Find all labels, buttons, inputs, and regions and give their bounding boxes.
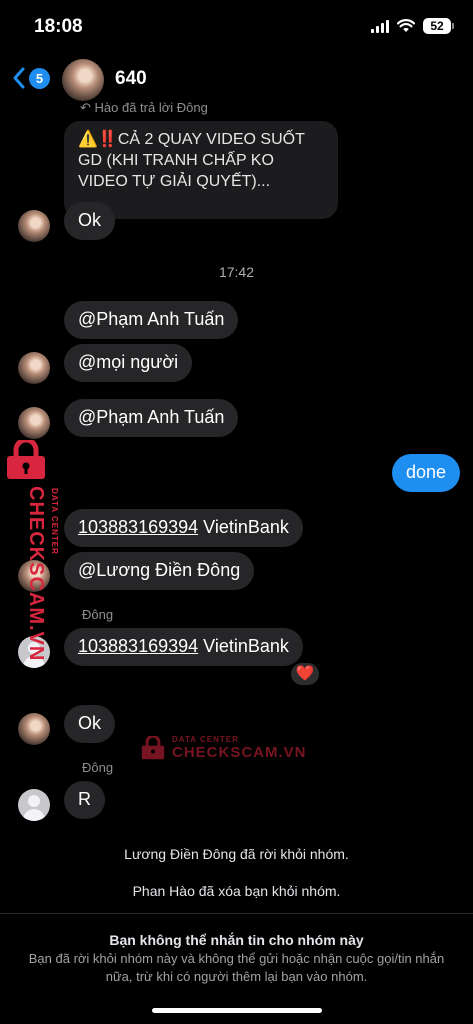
message-bubble[interactable]: @Phạm Anh Tuấn (64, 399, 239, 437)
chevron-left-icon (13, 67, 25, 89)
group-name[interactable]: 640 (115, 68, 147, 90)
avatar[interactable] (18, 407, 50, 439)
unread-count-badge: 5 (29, 67, 50, 89)
watermark-tagline: DATA CENTER (50, 488, 59, 555)
message-bubble[interactable]: R (64, 781, 105, 819)
reply-icon: ↶ (80, 100, 95, 115)
lock-icon (141, 736, 165, 760)
message-bubble[interactable]: Ok (64, 202, 116, 240)
home-indicator[interactable] (152, 1008, 322, 1013)
message-bubble[interactable]: @mọi người (64, 344, 193, 382)
watermark-center: DATA CENTER CHECKSCAM.VN (140, 735, 307, 761)
watermark-brand: CHECKSCAM.VN (172, 744, 307, 761)
wifi-icon (397, 19, 415, 32)
reply-note: ↶ Hào đã trả lời Đông (80, 100, 208, 115)
outgoing-message-bubble[interactable]: done (392, 454, 461, 492)
watermark-brand: CHECKSCAM.VN (25, 486, 47, 662)
time-separator: 17:42 (218, 264, 255, 280)
system-message: Lương Điền Đông đã rời khỏi nhóm. (124, 846, 349, 862)
sender-name: Đông (82, 607, 114, 622)
watermark-side: CHECKSCAM.VN DATA CENTER (4, 437, 59, 661)
system-message: Phan Hào đã xóa bạn khỏi nhóm. (132, 883, 341, 899)
sender-name: Đông (82, 760, 114, 775)
message-bubble[interactable]: 103883169394 VietinBank (64, 628, 303, 666)
heart-reaction[interactable]: ❤️ (289, 661, 321, 687)
message-bubble[interactable]: @Phạm Anh Tuấn (64, 301, 239, 339)
message-bubble[interactable]: @Lương Điền Đông (64, 552, 255, 590)
footer-text: Bạn đã rời khỏi nhóm này và không thể gử… (28, 951, 445, 984)
message-bubble[interactable]: Ok (64, 705, 116, 743)
lock-icon (7, 437, 45, 479)
group-avatar[interactable] (62, 59, 104, 101)
watermark-tagline: DATA CENTER (172, 735, 239, 744)
account-number-link[interactable]: 103883169394 (78, 517, 198, 537)
avatar[interactable] (18, 352, 50, 384)
avatar[interactable] (18, 713, 50, 745)
message-bubble[interactable]: 103883169394 VietinBank (64, 509, 303, 547)
signal-icon (371, 19, 389, 33)
back-button[interactable]: 5 (12, 66, 50, 90)
status-icons: 52 (371, 18, 454, 34)
avatar[interactable] (18, 210, 50, 242)
account-number-link[interactable]: 103883169394 (78, 636, 198, 656)
avatar[interactable] (18, 789, 50, 821)
footer-title: Bạn không thể nhắn tin cho nhóm này (109, 932, 364, 948)
status-time: 18:08 (34, 16, 83, 37)
battery-indicator: 52 (423, 18, 454, 34)
